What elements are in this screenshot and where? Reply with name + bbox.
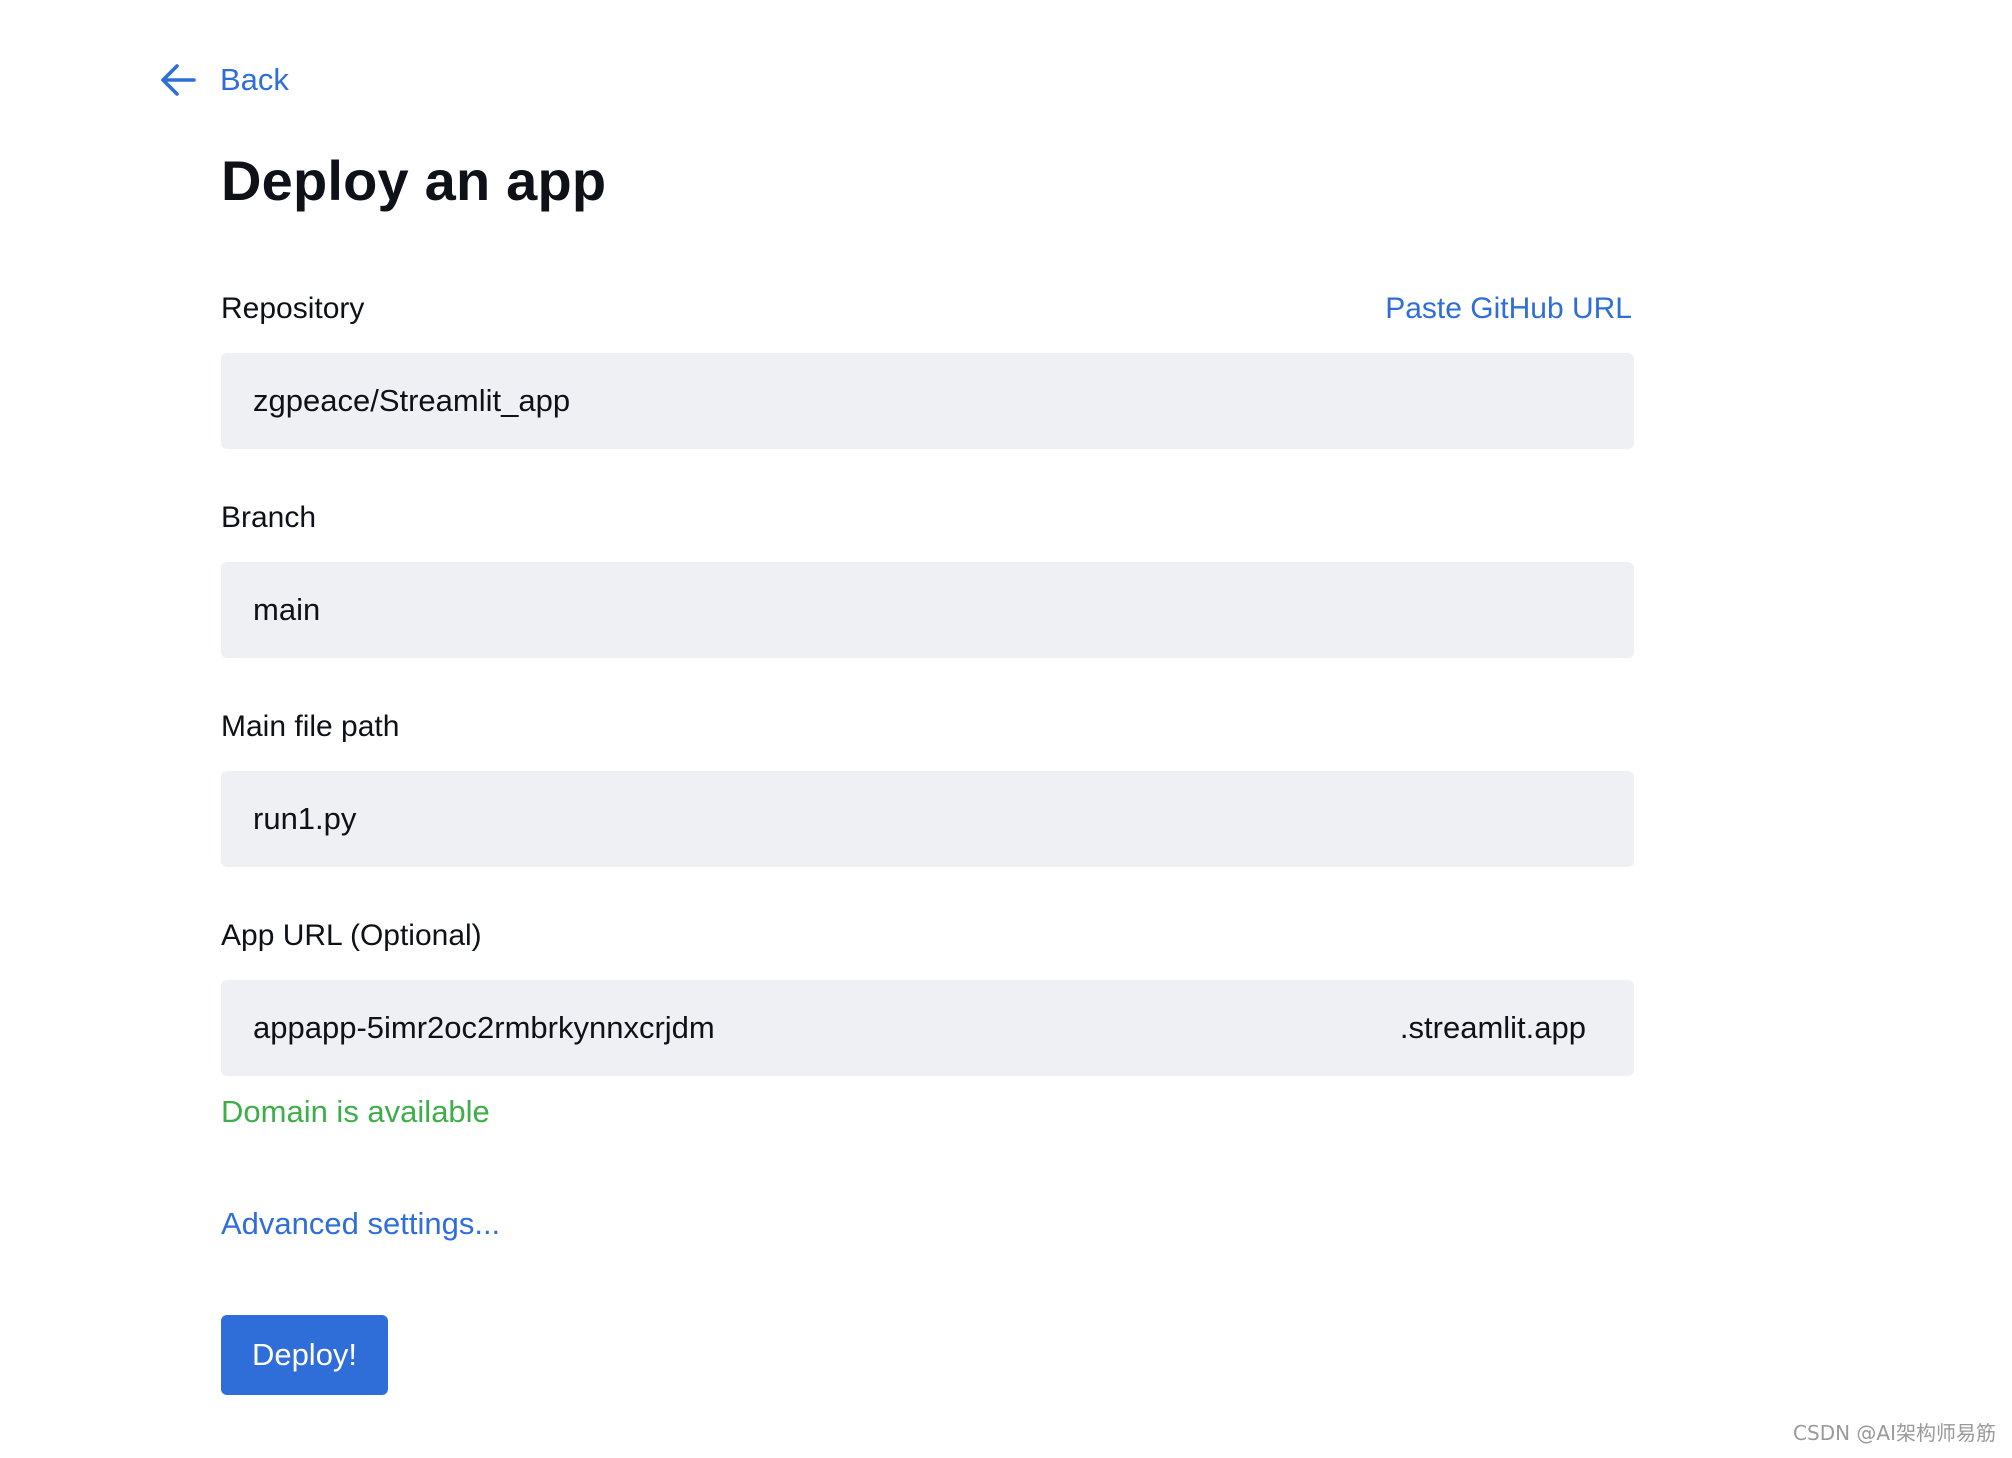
paste-github-url-link[interactable]: Paste GitHub URL xyxy=(1385,292,1632,326)
branch-value: main xyxy=(253,592,321,627)
back-label: Back xyxy=(220,62,289,97)
repository-input[interactable]: zgpeace/Streamlit_app xyxy=(221,353,1634,449)
arrow-left-icon xyxy=(160,63,196,97)
page-title: Deploy an app xyxy=(221,149,607,212)
domain-status-message: Domain is available xyxy=(221,1094,490,1129)
back-link[interactable]: Back xyxy=(160,56,289,104)
main-file-path-value: run1.py xyxy=(253,801,357,836)
main-file-path-input[interactable]: run1.py xyxy=(221,771,1634,867)
main-file-path-label: Main file path xyxy=(221,710,400,743)
branch-input[interactable]: main xyxy=(221,562,1634,658)
deploy-button[interactable]: Deploy! xyxy=(221,1315,388,1395)
repository-value: zgpeace/Streamlit_app xyxy=(253,383,571,418)
app-url-label: App URL (Optional) xyxy=(221,919,482,952)
repository-label: Repository xyxy=(221,292,365,325)
branch-label: Branch xyxy=(221,501,317,534)
advanced-settings-link[interactable]: Advanced settings... xyxy=(221,1206,500,1242)
watermark: CSDN @AI架构师易筋 xyxy=(1793,1421,1996,1445)
app-url-input[interactable]: appapp-5imr2oc2rmbrkynnxcrjdm .streamlit… xyxy=(221,980,1634,1076)
app-url-value: appapp-5imr2oc2rmbrkynnxcrjdm xyxy=(253,1010,715,1045)
app-url-suffix: .streamlit.app xyxy=(1399,1010,1586,1045)
